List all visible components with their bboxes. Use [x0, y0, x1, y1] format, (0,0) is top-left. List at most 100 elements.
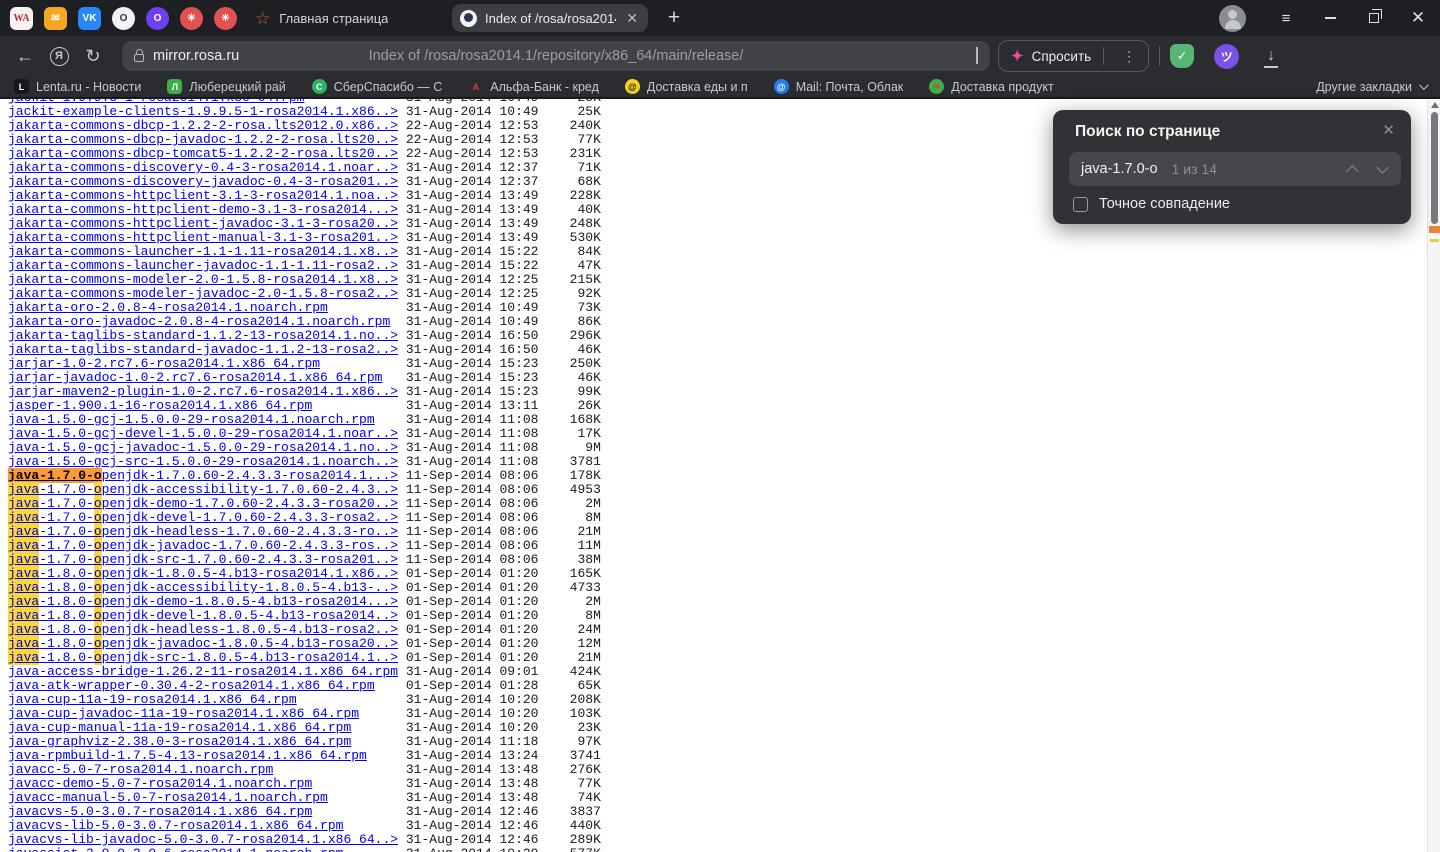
tab-active[interactable]: Index of /rosa/rosa2014 ✕ [452, 4, 648, 32]
file-link[interactable]: jakarta-commons-discovery-0.4-3-rosa2014… [8, 161, 406, 175]
listing-row: jakarta-commons-httpclient-javadoc-3.1-3… [8, 217, 601, 231]
file-link[interactable]: java-1.7.0-openjdk-src-1.7.0.60-2.4.3.3-… [8, 552, 406, 567]
file-link[interactable]: java-1.5.0-gcj-devel-1.5.0.0-29-rosa2014… [8, 427, 406, 441]
file-link[interactable]: javacc-5.0-7-rosa2014.1.noarch.rpm [8, 763, 406, 777]
bookmark-sberspasibo[interactable]: С СберСпасибо — С [311, 79, 442, 94]
protect-shield-icon[interactable]: ✓ [1170, 44, 1195, 68]
previous-match-icon[interactable] [1346, 164, 1359, 178]
file-link[interactable]: jakarta-oro-2.0.8-4-rosa2014.1.noarch.rp… [8, 301, 406, 315]
file-link[interactable]: javacc-demo-5.0-7-rosa2014.1.noarch.rpm [8, 777, 406, 791]
close-tab-icon[interactable]: ✕ [624, 10, 640, 27]
file-link[interactable]: jakarta-taglibs-standard-javadoc-1.1.2-1… [8, 343, 406, 357]
file-link[interactable]: javassist-3.9.0-2.0.6-rosa2014.1.noarch.… [8, 847, 406, 852]
exact-match-row[interactable]: Точное совпадение [1073, 196, 1395, 212]
file-link[interactable]: java-1.8.0-openjdk-src-1.8.0.5-4.b13-ros… [8, 650, 406, 665]
file-link[interactable]: javacvs-lib-5.0-3.0.7-rosa2014.1.x86_64.… [8, 819, 406, 833]
file-link[interactable]: java-1.7.0-openjdk-devel-1.7.0.60-2.4.3.… [8, 510, 406, 525]
menu-button[interactable]: ≡ [1264, 0, 1308, 36]
refresh-button[interactable]: ↻ [76, 41, 110, 71]
ask-alice-button[interactable]: ✦ Спросить ⋮ [998, 40, 1150, 72]
tab-home[interactable]: ☆ Главная страница [255, 10, 440, 27]
bookmark-food-delivery[interactable]: @ Доставка еды и п [624, 79, 748, 94]
file-link[interactable]: java-1.8.0-openjdk-demo-1.8.0.5-4.b13-ro… [8, 594, 406, 609]
file-link[interactable]: java-1.7.0-openjdk-1.7.0.60-2.4.3.3-rosa… [8, 468, 406, 483]
file-link[interactable]: java-1.8.0-openjdk-1.8.0.5-4.b13-rosa201… [8, 566, 406, 581]
file-link[interactable]: java-graphviz-2.38.0-3-rosa2014.1.x86_64… [8, 735, 406, 749]
yandex-mail-pinned-tab[interactable]: ✉ [44, 6, 67, 30]
file-link[interactable]: jarjar-javadoc-1.0-2.rc7.6-rosa2014.1.x8… [8, 371, 406, 385]
file-link[interactable]: java-access-bridge-1.26.2-11-rosa2014.1.… [8, 665, 406, 679]
file-link[interactable]: jakarta-commons-httpclient-demo-3.1-3-ro… [8, 203, 406, 217]
file-link[interactable]: java-atk-wrapper-0.30.4-2-rosa2014.1.x86… [8, 679, 406, 693]
bookmark-mail[interactable]: @ Mail: Почта, Облак [773, 79, 903, 94]
red-emblem-pinned-tab-2[interactable]: ✳ [214, 6, 237, 30]
file-link[interactable]: jakarta-commons-launcher-javadoc-1.1-1.1… [8, 259, 406, 273]
file-link[interactable]: jackit-example-clients-1.9.9.5-1-rosa201… [8, 105, 406, 119]
file-link[interactable]: jakarta-commons-httpclient-3.1-3-rosa201… [8, 189, 406, 203]
file-link[interactable]: java-cup-manual-11a-19-rosa2014.1.x86_64… [8, 721, 406, 735]
file-link[interactable]: javacvs-lib-javadoc-5.0-3.0.7-rosa2014.1… [8, 833, 406, 847]
next-match-icon[interactable] [1376, 160, 1389, 174]
file-link[interactable]: jakarta-commons-modeler-2.0-1.5.8-rosa20… [8, 273, 406, 287]
file-link[interactable]: java-cup-javadoc-11a-19-rosa2014.1.x86_6… [8, 707, 406, 721]
file-link[interactable]: jarjar-maven2-plugin-1.0-2.rc7.6-rosa201… [8, 385, 406, 399]
file-link[interactable]: javacvs-5.0-3.0.7-rosa2014.1.x86_64.rpm [8, 805, 406, 819]
file-link[interactable]: jakarta-commons-dbcp-javadoc-1.2.2-2-ros… [8, 133, 406, 147]
wa-pinned-tab[interactable]: WA [10, 6, 33, 30]
file-link[interactable]: jakarta-commons-modeler-javadoc-2.0-1.5.… [8, 287, 406, 301]
close-icon[interactable]: ✕ [1382, 121, 1395, 139]
file-link[interactable]: jakarta-commons-discovery-javadoc-0.4-3-… [8, 175, 406, 189]
bookmark-alfabank[interactable]: А Альфа-Банк - кред [468, 79, 599, 94]
file-link[interactable]: javacc-manual-5.0-7-rosa2014.1.noarch.rp… [8, 791, 406, 805]
file-link[interactable]: java-1.7.0-openjdk-headless-1.7.0.60-2.4… [8, 524, 406, 539]
find-query-text[interactable]: java-1.7.0-o [1081, 161, 1158, 177]
file-link[interactable]: jakarta-oro-javadoc-2.0.8-4-rosa2014.1.n… [8, 315, 406, 329]
file-link[interactable]: java-1.7.0-openjdk-accessibility-1.7.0.6… [8, 482, 406, 497]
scrollbar-thumb[interactable] [1431, 112, 1438, 224]
minimize-button[interactable] [1308, 0, 1352, 36]
file-link[interactable]: jakarta-commons-dbcp-tomcat5-1.2.2-2-ros… [8, 147, 406, 161]
more-options-icon[interactable]: ⋮ [1116, 48, 1142, 65]
other-bookmarks-button[interactable]: Другие закладки [1316, 80, 1429, 94]
file-link[interactable]: jakarta-commons-dbcp-1.2.2-2-rosa.lts201… [8, 119, 406, 133]
purple-app-pinned-tab[interactable]: O [146, 6, 169, 30]
file-link[interactable]: jakarta-commons-httpclient-javadoc-3.1-3… [8, 217, 406, 231]
restore-button[interactable] [1352, 0, 1396, 36]
red-emblem-pinned-tab[interactable]: ✳ [180, 6, 203, 30]
browser-logo-pinned-tab[interactable]: O [112, 6, 135, 30]
vk-pinned-tab[interactable]: VK [78, 6, 101, 30]
back-button[interactable]: ← [8, 41, 42, 71]
downloads-icon[interactable]: ↓ [1259, 47, 1283, 68]
bookmark-products-delivery[interactable]: ❧ Доставка продукт [929, 79, 1054, 94]
url-host[interactable]: mirror.rosa.ru [153, 48, 239, 64]
exact-match-checkbox[interactable] [1073, 196, 1088, 212]
file-link[interactable]: java-1.8.0-openjdk-devel-1.8.0.5-4.b13-r… [8, 608, 406, 623]
file-link[interactable]: jakarta-commons-launcher-1.1-1.11-rosa20… [8, 245, 406, 259]
file-link[interactable]: java-1.8.0-openjdk-accessibility-1.8.0.5… [8, 580, 406, 595]
avatar[interactable] [1219, 4, 1246, 32]
scroll-up-arrow-icon[interactable] [1431, 102, 1439, 108]
file-link[interactable]: jakarta-commons-httpclient-manual-3.1-3-… [8, 231, 406, 245]
bookmark-luberetsky[interactable]: Л Люберецкий рай [167, 79, 286, 94]
file-link[interactable]: java-1.5.0-gcj-javadoc-1.5.0.0-29-rosa20… [8, 441, 406, 455]
file-link[interactable]: java-1.7.0-openjdk-demo-1.7.0.60-2.4.3.3… [8, 496, 406, 511]
file-link[interactable]: java-1.5.0-gcj-src-1.5.0.0-29-rosa2014.1… [8, 455, 406, 469]
file-link[interactable]: jakarta-taglibs-standard-1.1.2-13-rosa20… [8, 329, 406, 343]
file-link[interactable]: jasper-1.900.1-16-rosa2014.1.x86_64.rpm [8, 399, 406, 413]
bookmark-lenta[interactable]: L Lenta.ru - Новости [14, 79, 141, 94]
address-bar[interactable]: mirror.rosa.ru Index of /rosa/rosa2014.1… [122, 41, 990, 71]
bookmark-flag-icon[interactable] [976, 47, 978, 64]
close-window-button[interactable]: ✕ [1396, 0, 1440, 36]
file-link[interactable]: jarjar-1.0-2.rc7.6-rosa2014.1.x86_64.rpm [8, 357, 406, 371]
find-input[interactable]: java-1.7.0-o 1 из 14 [1069, 152, 1401, 186]
new-tab-button[interactable]: + [662, 6, 686, 30]
file-link[interactable]: java-1.5.0-gcj-1.5.0.0-29-rosa2014.1.noa… [8, 413, 406, 427]
file-link[interactable]: java-1.7.0-openjdk-javadoc-1.7.0.60-2.4.… [8, 538, 406, 553]
file-link[interactable]: java-cup-11a-19-rosa2014.1.x86_64.rpm [8, 693, 406, 707]
page-scrollbar[interactable] [1427, 99, 1440, 852]
file-link[interactable]: java-1.8.0-openjdk-javadoc-1.8.0.5-4.b13… [8, 636, 406, 651]
file-link[interactable]: java-1.8.0-openjdk-headless-1.8.0.5-4.b1… [8, 622, 406, 637]
extension-icon[interactable]: ツ [1214, 43, 1240, 69]
file-link[interactable]: java-rpmbuild-1.7.5-4.13-rosa2014.1.x86_… [8, 749, 406, 763]
yandex-button[interactable]: Я [42, 41, 76, 71]
